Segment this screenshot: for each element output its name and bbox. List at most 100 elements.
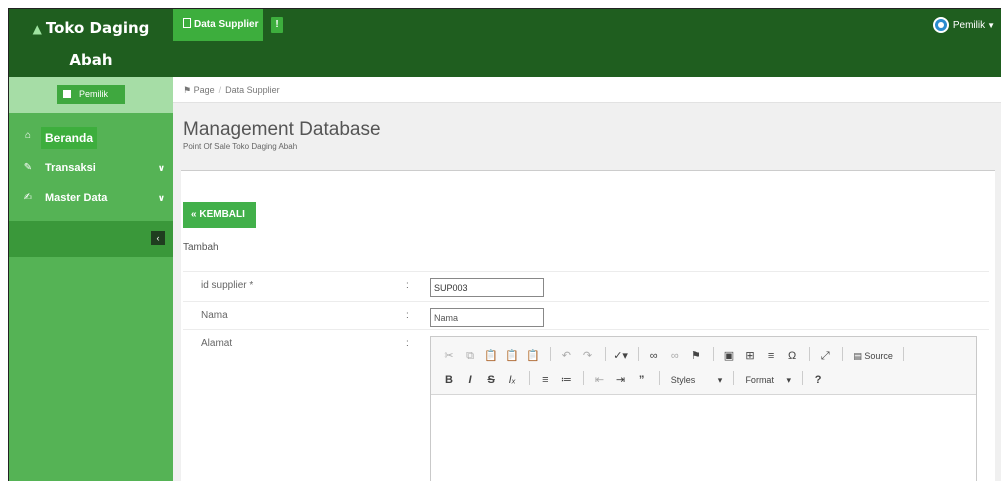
toolbar-divider: [842, 347, 844, 361]
field-label: Alamat: [201, 338, 233, 349]
copy-icon[interactable]: ⧉: [462, 345, 478, 367]
page-title: Management Database: [183, 119, 381, 140]
undo-icon[interactable]: ↶: [558, 345, 574, 367]
link-icon[interactable]: ∞: [646, 345, 662, 367]
unlink-icon[interactable]: ∞: [667, 345, 683, 367]
pencil-icon: ✎: [23, 162, 33, 173]
back-button-label: KEMBALI: [199, 209, 245, 220]
sidebar-item-transaksi[interactable]: ✎ Transaksi ∨: [9, 155, 173, 181]
brand-text-1: Toko Daging: [45, 19, 150, 37]
sidebar-item-label: Master Data: [45, 192, 108, 204]
toolbar-divider: [604, 347, 606, 361]
breadcrumb-home[interactable]: Page: [194, 85, 215, 95]
indent-icon[interactable]: ⇥: [613, 369, 629, 391]
form-section-label: Tambah: [183, 242, 219, 253]
breadcrumb-separator: /: [218, 85, 222, 95]
breadcrumb-current: Data Supplier: [225, 85, 280, 95]
strikethrough-icon[interactable]: S: [483, 369, 499, 391]
nav-tab-data-supplier[interactable]: Data Supplier: [173, 9, 263, 41]
toolbar-divider: [903, 347, 904, 361]
id-supplier-input[interactable]: [430, 278, 544, 297]
toolbar-divider: [733, 371, 735, 385]
field-colon: :: [406, 310, 409, 321]
sidebar-collapse-row: ‹: [9, 221, 173, 257]
form-box: « KEMBALI Tambah id supplier * : Nama : …: [181, 170, 995, 481]
sidebar-item-beranda[interactable]: ⌂ Beranda: [9, 123, 173, 149]
home-icon: ⚑: [183, 85, 192, 95]
sidebar-item-master-data[interactable]: ✍ Master Data ∨: [9, 185, 173, 211]
toolbar-divider: [712, 347, 714, 361]
brand-line1: ▲ Toko Daging: [9, 19, 173, 37]
styles-dropdown[interactable]: Styles ▾: [667, 369, 727, 391]
sidebar-item-label: Beranda: [41, 127, 98, 149]
cut-icon[interactable]: ✂: [441, 345, 457, 367]
toolbar-divider: [658, 371, 660, 385]
breadcrumb: ⚑ Page / Data Supplier: [173, 77, 1001, 103]
toolbar-divider: [637, 347, 639, 361]
caret-down-icon: ▼: [987, 21, 995, 30]
sidebar: Pemilik ⌂ Beranda ✎ Transaksi ∨ ✍ Master…: [9, 77, 173, 481]
chevron-down-icon: ∨: [157, 163, 165, 173]
source-label: Source: [864, 351, 893, 361]
table-icon[interactable]: ⊞: [742, 345, 758, 367]
user-name: Pemilik: [952, 20, 986, 31]
maximize-icon[interactable]: ⤢: [817, 345, 833, 367]
sidebar-user-panel: Pemilik: [9, 77, 173, 113]
remove-format-icon[interactable]: Iₓ: [504, 369, 520, 391]
rich-text-editor: ✂ ⧉ 📋 📋 📋 ↶ ↷ ✓▾ ∞ ∞ ⚑ ▣ ⊞ ≡ Ω ⤢ ▤ Sourc…: [430, 336, 977, 481]
alert-button[interactable]: !: [271, 17, 283, 33]
bold-icon[interactable]: B: [441, 369, 457, 391]
help-icon[interactable]: ?: [810, 369, 826, 391]
back-button[interactable]: « KEMBALI: [183, 202, 256, 228]
sidebar-user-chip[interactable]: Pemilik: [57, 85, 125, 104]
styles-label: Styles: [670, 375, 696, 385]
brand-logo[interactable]: ▲ Toko Daging Abah: [9, 9, 173, 77]
editor-toolbar-row-1: ✂ ⧉ 📋 📋 📋 ↶ ↷ ✓▾ ∞ ∞ ⚑ ▣ ⊞ ≡ Ω ⤢ ▤ Sourc…: [441, 345, 908, 367]
editor-toolbar: ✂ ⧉ 📋 📋 📋 ↶ ↷ ✓▾ ∞ ∞ ⚑ ▣ ⊞ ≡ Ω ⤢ ▤ Sourc…: [431, 337, 976, 395]
form-row-alamat: Alamat : ✂ ⧉ 📋 📋 📋 ↶ ↷ ✓▾ ∞ ∞ ⚑ ▣ ⊞ ≡ Ω …: [183, 329, 989, 481]
collapse-sidebar-button[interactable]: ‹: [151, 231, 165, 245]
nav-tab-label: Data Supplier: [194, 19, 259, 30]
nama-input[interactable]: [430, 308, 544, 327]
brand-text-2: Abah: [69, 51, 113, 69]
source-icon: ▤: [853, 351, 862, 361]
redo-icon[interactable]: ↷: [579, 345, 595, 367]
toolbar-divider: [583, 371, 585, 385]
blockquote-icon[interactable]: ”: [634, 369, 650, 391]
chevron-down-icon: ∨: [157, 193, 165, 203]
form-row-nama: Nama :: [183, 301, 989, 329]
double-chevron-left-icon: «: [191, 209, 197, 220]
user-icon: [63, 90, 71, 98]
image-icon[interactable]: ▣: [721, 345, 737, 367]
field-label: id supplier *: [201, 280, 254, 291]
anchor-flag-icon[interactable]: ⚑: [688, 345, 704, 367]
main-content: ⚑ Page / Data Supplier Management Database…: [173, 77, 1001, 481]
sidebar-user-name: Pemilik: [79, 89, 109, 99]
source-button[interactable]: ▤ Source: [850, 345, 896, 367]
special-char-icon[interactable]: Ω: [784, 345, 800, 367]
caret-down-icon: ▾: [717, 375, 723, 385]
paste-text-icon[interactable]: 📋: [504, 345, 520, 367]
field-colon: :: [406, 338, 409, 349]
toolbar-divider: [529, 371, 531, 385]
horizontal-line-icon[interactable]: ≡: [763, 345, 779, 367]
field-colon: :: [406, 280, 409, 291]
italic-icon[interactable]: I: [462, 369, 478, 391]
toolbar-divider: [550, 347, 552, 361]
top-navbar: ▲ Toko Daging Abah Data Supplier ! Pemili…: [9, 9, 1001, 77]
spellcheck-icon[interactable]: ✓▾: [613, 345, 629, 367]
bulleted-list-icon[interactable]: ≔: [558, 369, 574, 391]
editor-toolbar-row-2: B I S Iₓ ≡ ≔ ⇤ ⇥ ” Styles ▾ Format ▾ ?: [441, 369, 828, 391]
edit-icon: ✍: [23, 192, 33, 203]
format-label: Format: [745, 375, 774, 385]
paste-icon[interactable]: 📋: [483, 345, 499, 367]
outdent-icon[interactable]: ⇤: [592, 369, 608, 391]
toolbar-divider: [802, 371, 804, 385]
paste-word-icon[interactable]: 📋: [525, 345, 541, 367]
alamat-editor-area[interactable]: [431, 395, 976, 481]
format-dropdown[interactable]: Format ▾: [741, 369, 795, 391]
home-icon: ⌂: [24, 130, 32, 141]
numbered-list-icon[interactable]: ≡: [537, 369, 553, 391]
form-row-id-supplier: id supplier * :: [183, 271, 989, 301]
user-menu[interactable]: Pemilik ▼: [932, 17, 995, 35]
